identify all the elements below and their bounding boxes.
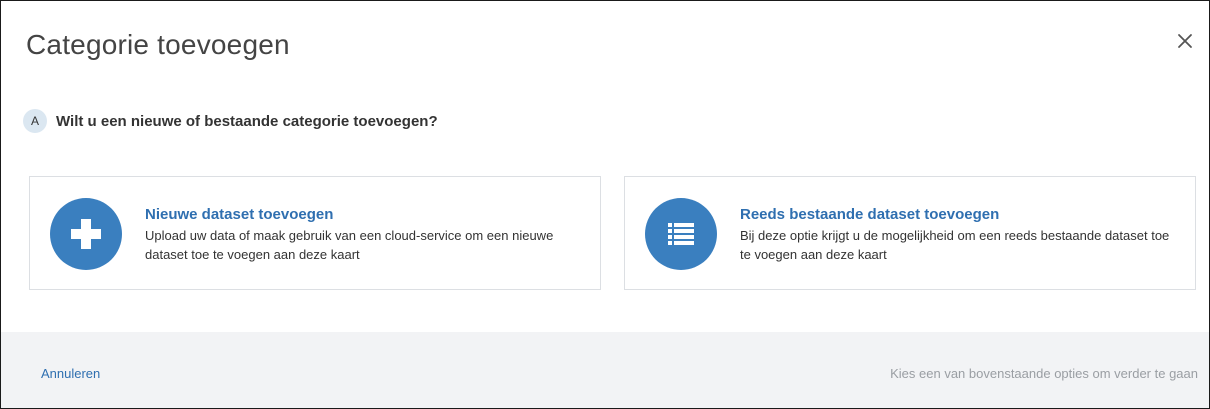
footer-hint: Kies een van bovenstaande opties om verd… xyxy=(890,366,1198,381)
option-description: Upload uw data of maak gebruik van een c… xyxy=(145,228,554,262)
dialog-title: Categorie toevoegen xyxy=(26,29,290,60)
dialog-footer: Annuleren Kies een van bovenstaande opti… xyxy=(1,332,1209,408)
step-question-row: A Wilt u een nieuwe of bestaande categor… xyxy=(23,109,438,133)
existing-dataset-option[interactable]: Reeds bestaande dataset toevoegen Bij de… xyxy=(624,176,1196,290)
option-title: Reeds bestaande dataset toevoegen xyxy=(740,206,1000,223)
new-dataset-option[interactable]: Nieuwe dataset toevoegen Upload uw data … xyxy=(29,176,601,290)
step-badge: A xyxy=(23,109,47,133)
option-title: Nieuwe dataset toevoegen xyxy=(145,206,334,223)
plus-icon xyxy=(50,198,122,270)
close-icon xyxy=(1178,34,1192,48)
close-button[interactable] xyxy=(1171,27,1199,55)
step-question: Wilt u een nieuwe of bestaande categorie… xyxy=(56,112,438,130)
cancel-link[interactable]: Annuleren xyxy=(41,366,100,381)
add-category-dialog: Categorie toevoegen A Wilt u een nieuwe … xyxy=(0,0,1210,409)
dialog-header: Categorie toevoegen xyxy=(1,1,1209,96)
option-description: Bij deze optie krijgt u de mogelijkheid … xyxy=(740,228,1170,262)
list-icon xyxy=(645,198,717,270)
